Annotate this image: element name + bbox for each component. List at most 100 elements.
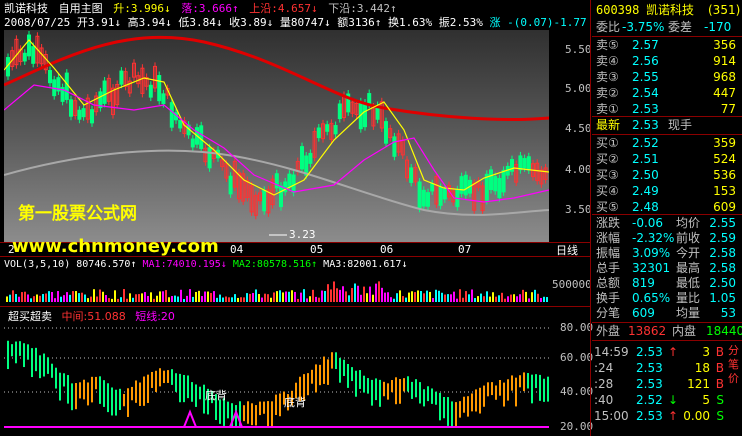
volume-bar <box>429 291 431 302</box>
low-price-marker: 3.23 <box>289 228 316 241</box>
indicator-chart[interactable] <box>4 322 549 434</box>
volume-bar <box>288 291 290 302</box>
volume-bar <box>450 294 452 302</box>
candle <box>493 176 498 192</box>
volume-bar <box>54 298 56 302</box>
volume-bar <box>432 298 434 302</box>
volume-bar <box>387 292 389 302</box>
volume-bar <box>507 296 509 302</box>
volume-bar <box>165 290 167 302</box>
stat-row: 总手 32301 最高 2.58 <box>596 261 736 275</box>
volume-bar <box>315 296 317 302</box>
volume-bar <box>216 297 218 302</box>
volume-bar <box>537 293 539 302</box>
volume-bar <box>12 290 14 302</box>
volume-bar <box>24 291 26 302</box>
volume-bar <box>171 296 173 302</box>
candle <box>77 109 82 120</box>
volume-bar <box>369 286 371 302</box>
volume-bar <box>117 298 119 302</box>
volume-bar <box>261 297 263 302</box>
volume-bar <box>6 296 8 302</box>
stock-name: 凯诺科技 <box>4 2 48 15</box>
volume-bar <box>342 286 344 302</box>
trade-tick-row: :40 2.52 ↓ 5 S <box>594 393 724 407</box>
volume-bar <box>405 297 407 302</box>
last-price: 2.53 <box>632 118 659 132</box>
volume-bar <box>279 290 281 302</box>
candle <box>459 176 464 194</box>
bid-row[interactable]: 买③ 2.50 536 <box>592 167 740 183</box>
volume-bar <box>471 289 473 302</box>
candle <box>287 173 292 188</box>
volume-bar <box>144 292 146 302</box>
volume-bar <box>546 297 548 302</box>
volume-bar <box>465 291 467 302</box>
volume-bar <box>42 294 44 302</box>
ask-row[interactable]: 卖③ 2.55 968 <box>592 69 740 85</box>
volume-bar <box>414 292 416 302</box>
volume-bar <box>168 297 170 302</box>
y-tick: 5.00 <box>565 82 592 95</box>
bid-row[interactable]: 买① 2.52 359 <box>592 135 740 151</box>
ask-row[interactable]: 卖② 2.54 447 <box>592 85 740 101</box>
stock-code: 600398 <box>596 3 640 17</box>
volume-bar <box>396 293 398 302</box>
bid-row[interactable]: 买⑤ 2.48 609 <box>592 199 740 215</box>
volume-bar <box>123 289 125 302</box>
candle <box>384 121 388 144</box>
candle <box>363 102 367 128</box>
volume-bar <box>60 296 62 302</box>
volume-bar <box>477 296 479 302</box>
stock-title: 凯诺科技 <box>646 3 695 17</box>
trade-tick-row: :24 2.53 18 B <box>594 361 724 375</box>
volume-bar <box>345 291 347 302</box>
candle <box>337 103 342 120</box>
volume-bar <box>267 294 269 302</box>
candle <box>161 93 166 105</box>
volume-bar <box>501 292 503 302</box>
volume-bar <box>225 296 227 302</box>
volume-bar <box>444 294 446 302</box>
ask-row[interactable]: 卖④ 2.56 914 <box>592 53 740 69</box>
stat-row: 换手 0.65% 量比 1.05 <box>596 291 736 305</box>
volume-bar <box>309 296 311 302</box>
candle <box>81 108 86 118</box>
y-tick: 4.50 <box>565 122 592 135</box>
volume-bar <box>531 292 533 302</box>
tab-bi[interactable]: 笔 <box>728 358 742 372</box>
volume-bar <box>357 285 359 302</box>
volume-bar <box>198 290 200 302</box>
volume-bar <box>246 293 248 302</box>
bid-row[interactable]: 买② 2.51 524 <box>592 151 740 167</box>
volume-chart[interactable] <box>4 272 549 304</box>
candle <box>300 146 304 170</box>
volume-bar <box>447 294 449 302</box>
volume-bar <box>111 298 113 302</box>
candle <box>438 186 443 206</box>
volume-bar <box>462 297 464 302</box>
candle <box>157 75 162 102</box>
tab-fenbi[interactable]: 分 <box>728 344 742 358</box>
volume-bar <box>318 297 320 302</box>
ask-row[interactable]: 卖① 2.53 77 <box>592 101 740 117</box>
volume-bar <box>141 293 143 302</box>
volume-bar <box>33 296 35 302</box>
candle <box>31 46 36 64</box>
volume-bar <box>525 291 527 302</box>
candle <box>27 34 31 57</box>
volume-bar <box>360 294 362 302</box>
stat-row: 涨跌 -0.06 均价 2.55 <box>596 216 736 230</box>
watermark-url: www.chnmoney.com <box>12 236 219 257</box>
tab-jia[interactable]: 价 <box>728 372 742 386</box>
volume-bar <box>441 292 443 302</box>
volume-bar <box>423 293 425 302</box>
ask-row[interactable]: 卖⑤ 2.57 356 <box>592 37 740 53</box>
bid-row[interactable]: 买④ 2.49 153 <box>592 183 740 199</box>
volume-bar <box>249 293 251 302</box>
candle <box>102 80 107 104</box>
volume-bar <box>189 289 191 302</box>
volume-bar <box>372 294 374 302</box>
volume-bar <box>81 292 83 302</box>
chart-mode[interactable]: 自用主图 <box>59 2 103 15</box>
